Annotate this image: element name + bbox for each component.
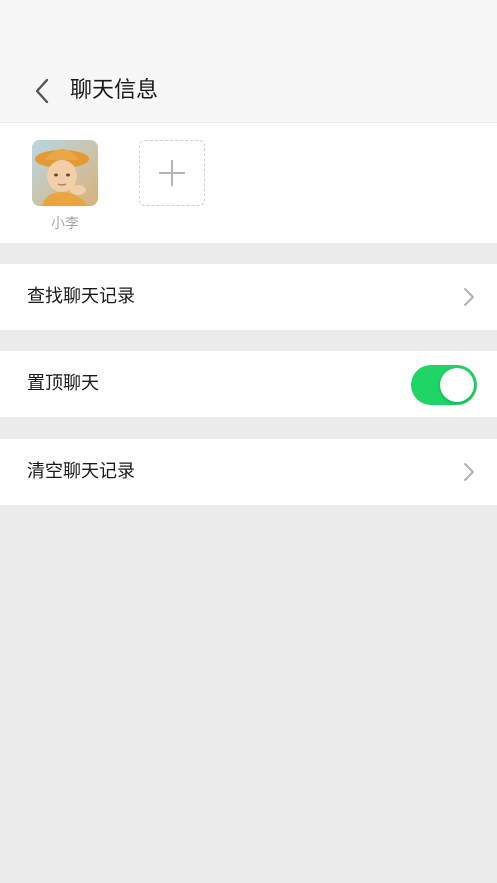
- pin-chat-label: 置顶聊天: [27, 373, 99, 394]
- avatar[interactable]: [32, 140, 98, 206]
- search-chat-history-label: 查找聊天记录: [27, 286, 135, 307]
- add-member-button[interactable]: [139, 140, 205, 206]
- back-button[interactable]: [26, 74, 58, 108]
- clear-chat-history-label: 清空聊天记录: [27, 461, 135, 482]
- toggle-knob: [440, 368, 474, 402]
- clear-chat-history-row[interactable]: 清空聊天记录: [0, 439, 497, 505]
- chevron-right-icon: [464, 288, 474, 306]
- page-title: 聊天信息: [70, 78, 159, 103]
- plus-icon: [159, 160, 185, 186]
- header-bar: 聊天信息: [0, 0, 497, 122]
- pin-chat-toggle[interactable]: [411, 365, 477, 405]
- members-panel: 小李: [0, 123, 497, 243]
- chevron-left-icon: [35, 78, 49, 104]
- member-item[interactable]: 小李: [32, 140, 98, 233]
- avatar-image: [32, 140, 98, 206]
- member-name: 小李: [51, 216, 79, 232]
- chevron-right-icon: [464, 463, 474, 481]
- search-chat-history-row[interactable]: 查找聊天记录: [0, 264, 497, 330]
- pin-chat-row: 置顶聊天: [0, 351, 497, 417]
